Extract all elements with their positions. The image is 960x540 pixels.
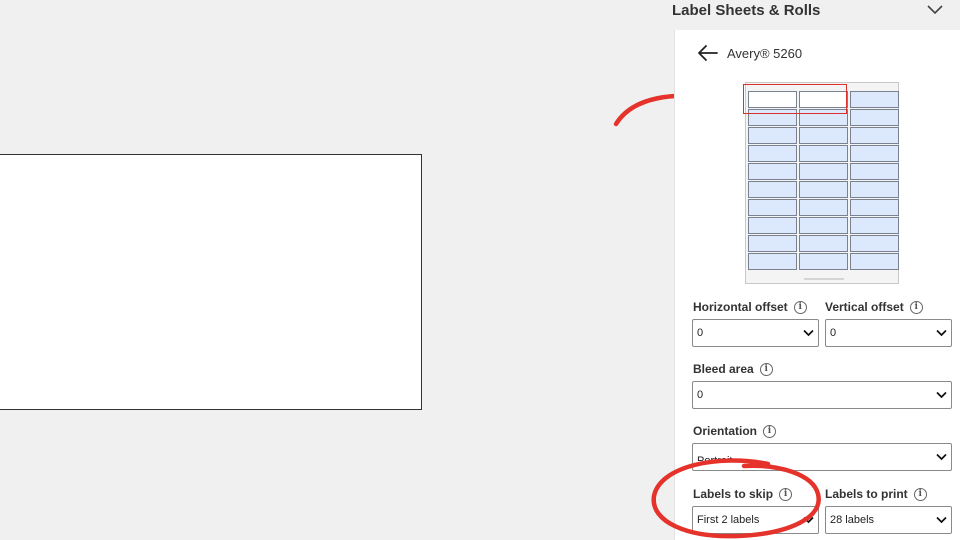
label-cell <box>799 217 848 234</box>
chevron-down-icon <box>936 391 947 399</box>
label-cell <box>748 199 797 216</box>
label-cell <box>850 145 899 162</box>
design-canvas-label[interactable] <box>0 154 422 410</box>
bleed-area-text: Bleed area <box>693 362 754 376</box>
chevron-up-icon[interactable] <box>926 2 944 16</box>
labels-to-print-value: 28 labels <box>830 514 875 526</box>
bleed-area-select[interactable]: 0 <box>692 381 952 409</box>
label-cell <box>748 235 797 252</box>
label-cell <box>748 253 797 270</box>
label-cell <box>850 235 899 252</box>
label-cell <box>799 163 848 180</box>
label-cell <box>850 199 899 216</box>
label-cell <box>748 145 797 162</box>
panel-title: Label Sheets & Rolls <box>672 2 821 19</box>
bleed-area-value: 0 <box>697 389 704 401</box>
labels-to-print-select[interactable]: 28 labels <box>825 506 952 534</box>
vertical-offset-label: Vertical offset i <box>825 300 923 314</box>
chevron-down-icon <box>936 516 947 524</box>
label-cell <box>799 145 848 162</box>
label-cell <box>850 163 899 180</box>
label-cell <box>850 127 899 144</box>
panel-header: Label Sheets & Rolls <box>664 0 960 30</box>
label-cell <box>799 253 848 270</box>
vertical-offset-value: 0 <box>830 327 837 339</box>
label-cell <box>850 217 899 234</box>
vertical-offset-text: Vertical offset <box>825 300 904 314</box>
label-cell <box>850 91 899 108</box>
label-cell <box>748 181 797 198</box>
info-icon[interactable]: i <box>909 300 923 314</box>
label-cell <box>799 235 848 252</box>
label-cell <box>799 127 848 144</box>
vertical-offset-select[interactable]: 0 <box>825 319 952 347</box>
annotation-circle <box>651 458 821 539</box>
label-cell <box>850 109 899 126</box>
label-cell <box>850 253 899 270</box>
chevron-down-icon <box>936 453 947 461</box>
label-cell <box>748 163 797 180</box>
skipped-labels-highlight <box>743 84 847 114</box>
info-icon[interactable]: i <box>759 362 773 376</box>
label-cell <box>850 181 899 198</box>
horizontal-offset-value: 0 <box>697 327 704 339</box>
label-cell <box>748 127 797 144</box>
labels-to-print-label: Labels to print i <box>825 487 927 501</box>
info-icon[interactable]: i <box>913 487 927 501</box>
chevron-down-icon <box>803 329 814 337</box>
horizontal-offset-label: Horizontal offset i <box>693 300 807 314</box>
sheet-footer-mark <box>804 278 844 280</box>
label-cell <box>799 181 848 198</box>
template-name: Avery® 5260 <box>727 46 803 61</box>
labels-to-print-text: Labels to print <box>825 487 908 501</box>
orientation-text: Orientation <box>693 424 758 438</box>
bleed-area-label: Bleed area i <box>693 362 773 376</box>
horizontal-offset-text: Horizontal offset <box>693 300 788 314</box>
horizontal-offset-select[interactable]: 0 <box>692 319 819 347</box>
label-cell <box>799 199 848 216</box>
chevron-down-icon <box>936 329 947 337</box>
orientation-label: Orientation i <box>693 424 777 438</box>
info-icon[interactable]: i <box>763 424 777 438</box>
label-cell <box>748 217 797 234</box>
info-icon[interactable]: i <box>793 300 807 314</box>
arrow-left-icon[interactable] <box>697 44 719 62</box>
